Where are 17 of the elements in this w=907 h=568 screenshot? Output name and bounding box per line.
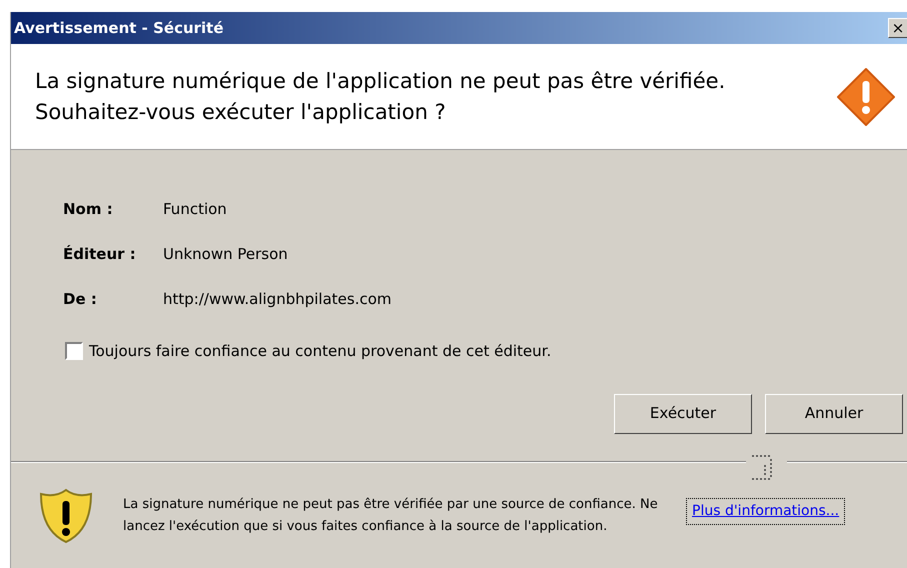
checkbox-label: Toujours faire confiance au contenu provenant de cet éditeur. [89,341,552,362]
dialog-button[interactable]: Annuler [765,394,903,434]
field-value: Function [163,199,227,220]
field-label: De : [63,289,98,310]
warning-icon [836,66,896,126]
field-label: Nom : [63,199,114,220]
close-button[interactable]: × [888,18,907,38]
field-value: Unknown Person [163,244,288,266]
shield-warning-icon [39,488,93,544]
checkbox[interactable] [65,342,83,360]
header-message: La signature numérique de l'application ne peut pas être vérifiée. Souhaitez-vous exécuter l'application ? [35,68,726,126]
field-value: http://www.alignbhpilates.com [163,289,392,310]
dialog-button[interactable]: Exécuter [614,394,752,434]
window-title: Avertissement - Sécurité [14,18,224,39]
more-info-link[interactable]: Plus d'informations... [686,498,846,525]
field-label: Éditeur : [63,244,137,266]
footer-message: La signature numérique ne peut pas être vérifiée par une source de confiance. Ne lancez l'exécution que si vous faites confiance à la source de l'application. [123,496,659,536]
